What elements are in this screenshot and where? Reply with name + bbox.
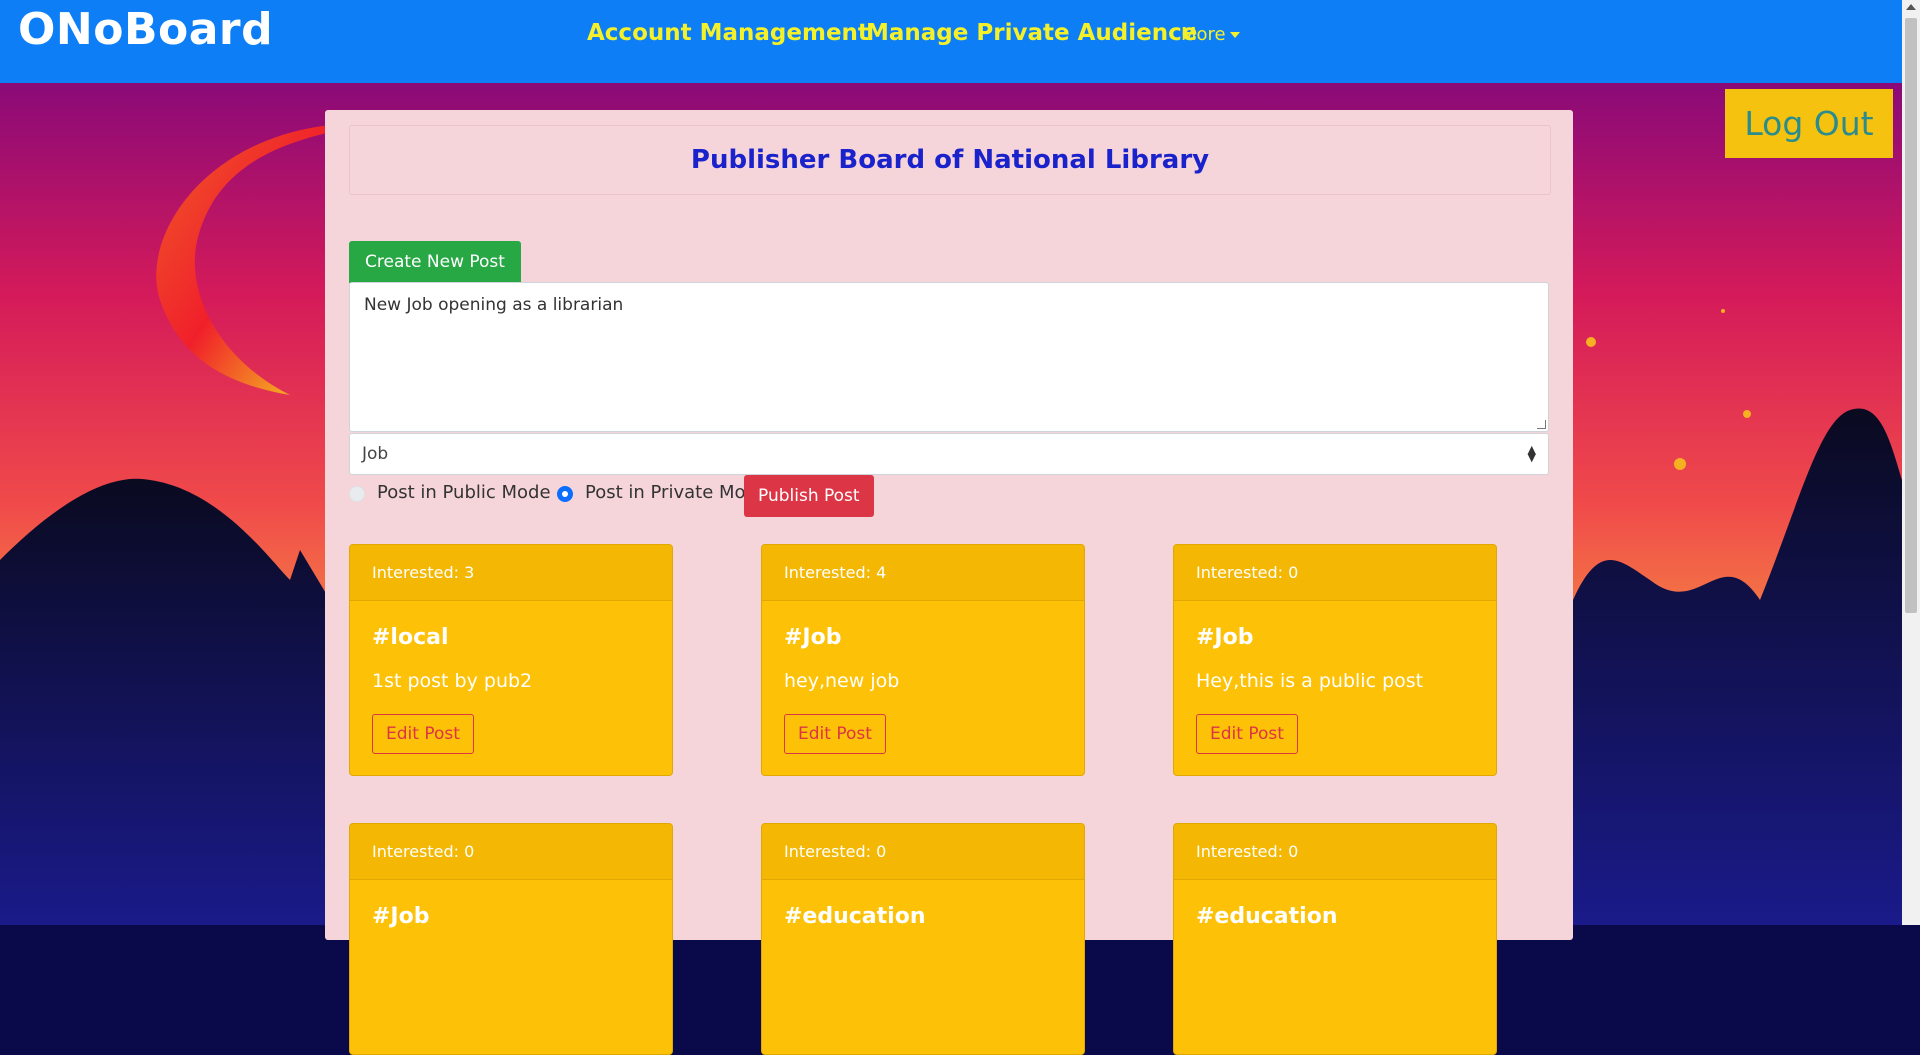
post-card: Interested: 0 #Job Hey,this is a public … — [1173, 544, 1497, 776]
chevron-down-icon — [1229, 32, 1240, 38]
public-mode-radio[interactable] — [349, 486, 365, 502]
nav-more-label: More — [1181, 24, 1226, 45]
publish-post-button[interactable]: Publish Post — [744, 475, 874, 517]
logout-button[interactable]: Log Out — [1725, 89, 1893, 158]
post-text-value: New Job opening as a librarian — [364, 295, 624, 315]
card-interested-count: Interested: 0 — [1174, 824, 1496, 880]
category-selected-value: Job — [362, 444, 389, 464]
post-card: Interested: 0 #Job — [349, 823, 673, 1055]
card-text: Hey,this is a public post — [1196, 670, 1424, 692]
resize-handle[interactable] — [1537, 420, 1546, 429]
top-navbar: ONoBoard Account Management Manage Priva… — [0, 0, 1920, 83]
page-scrollbar[interactable] — [1902, 0, 1920, 925]
post-card: Interested: 0 #education — [761, 823, 1085, 1055]
card-interested-count: Interested: 3 — [350, 545, 672, 601]
create-new-post-button[interactable]: Create New Post — [349, 241, 521, 283]
select-arrows-icon: ▲ ▼ — [1527, 443, 1536, 464]
card-interested-count: Interested: 0 — [1174, 545, 1496, 601]
post-card: Interested: 3 #local 1st post by pub2 Ed… — [349, 544, 673, 776]
card-tag: #education — [784, 904, 926, 929]
publisher-board-panel: Publisher Board of National Library Crea… — [325, 110, 1573, 1055]
private-mode-radio[interactable] — [557, 486, 573, 502]
card-text: 1st post by pub2 — [372, 670, 533, 692]
edit-post-button[interactable]: Edit Post — [784, 714, 886, 754]
card-tag: #Job — [1196, 625, 1254, 650]
post-card: Interested: 4 #Job hey,new job Edit Post — [761, 544, 1085, 776]
public-mode-label[interactable]: Post in Public Mode — [377, 482, 551, 503]
card-tag: #Job — [784, 625, 842, 650]
card-tag: #education — [1196, 904, 1338, 929]
card-interested-count: Interested: 0 — [762, 824, 1084, 880]
page-title: Publisher Board of National Library — [349, 125, 1551, 195]
post-card: Interested: 0 #education — [1173, 823, 1497, 1055]
card-text: hey,new job — [784, 670, 900, 692]
edit-post-button[interactable]: Edit Post — [372, 714, 474, 754]
card-interested-count: Interested: 0 — [350, 824, 672, 880]
post-textarea[interactable]: New Job opening as a librarian — [349, 282, 1549, 432]
card-tag: #Job — [372, 904, 430, 929]
category-select[interactable]: Job ▲ ▼ — [349, 433, 1549, 475]
edit-post-button[interactable]: Edit Post — [1196, 714, 1298, 754]
nav-manage-private-audience[interactable]: Manage Private Audience — [866, 20, 1197, 46]
scroll-up-icon[interactable] — [1906, 4, 1916, 10]
card-tag: #local — [372, 625, 449, 650]
private-mode-label[interactable]: Post in Private Mode — [585, 482, 768, 503]
nav-more-dropdown[interactable]: More — [1181, 24, 1240, 45]
scroll-thumb[interactable] — [1905, 18, 1917, 613]
card-interested-count: Interested: 4 — [762, 545, 1084, 601]
brand-logo[interactable]: ONoBoard — [18, 4, 273, 55]
nav-account-management[interactable]: Account Management — [587, 20, 869, 46]
